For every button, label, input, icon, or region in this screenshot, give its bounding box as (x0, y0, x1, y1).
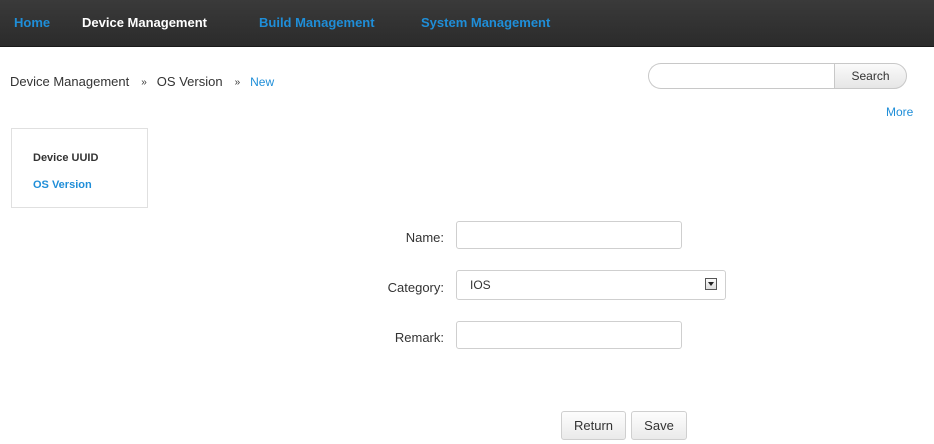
chevron-down-icon[interactable] (705, 278, 717, 290)
sidebar-item-device-uuid[interactable]: Device UUID (33, 152, 98, 164)
nav-system-management[interactable]: System Management (421, 15, 550, 30)
name-field[interactable] (456, 221, 682, 249)
save-button[interactable]: Save (631, 411, 687, 440)
breadcrumb-os-version[interactable]: OS Version (157, 74, 223, 89)
category-select[interactable]: IOS (456, 270, 726, 300)
search-input[interactable] (648, 63, 834, 89)
remark-label: Remark: (394, 330, 444, 345)
remark-field[interactable] (456, 321, 682, 349)
search-button[interactable]: Search (834, 63, 907, 89)
sidebar-item-os-version[interactable]: OS Version (33, 179, 92, 191)
nav-device-management[interactable]: Device Management (82, 15, 207, 30)
nav-home[interactable]: Home (14, 15, 50, 30)
breadcrumb-separator: » (141, 77, 147, 88)
more-link[interactable]: More (886, 105, 913, 119)
top-navigation-bar: Home Device Management Build Management … (0, 0, 934, 47)
category-selected-value: IOS (470, 278, 491, 292)
breadcrumb: Device Management » OS Version » New (10, 74, 274, 89)
category-label: Category: (387, 280, 444, 295)
sidebar-panel: Device UUID OS Version (11, 128, 148, 208)
breadcrumb-device-management[interactable]: Device Management (10, 74, 129, 89)
return-button[interactable]: Return (561, 411, 626, 440)
name-label: Name: (405, 230, 444, 245)
breadcrumb-separator: » (234, 77, 241, 88)
breadcrumb-new: New (250, 75, 275, 89)
nav-build-management[interactable]: Build Management (259, 15, 375, 30)
